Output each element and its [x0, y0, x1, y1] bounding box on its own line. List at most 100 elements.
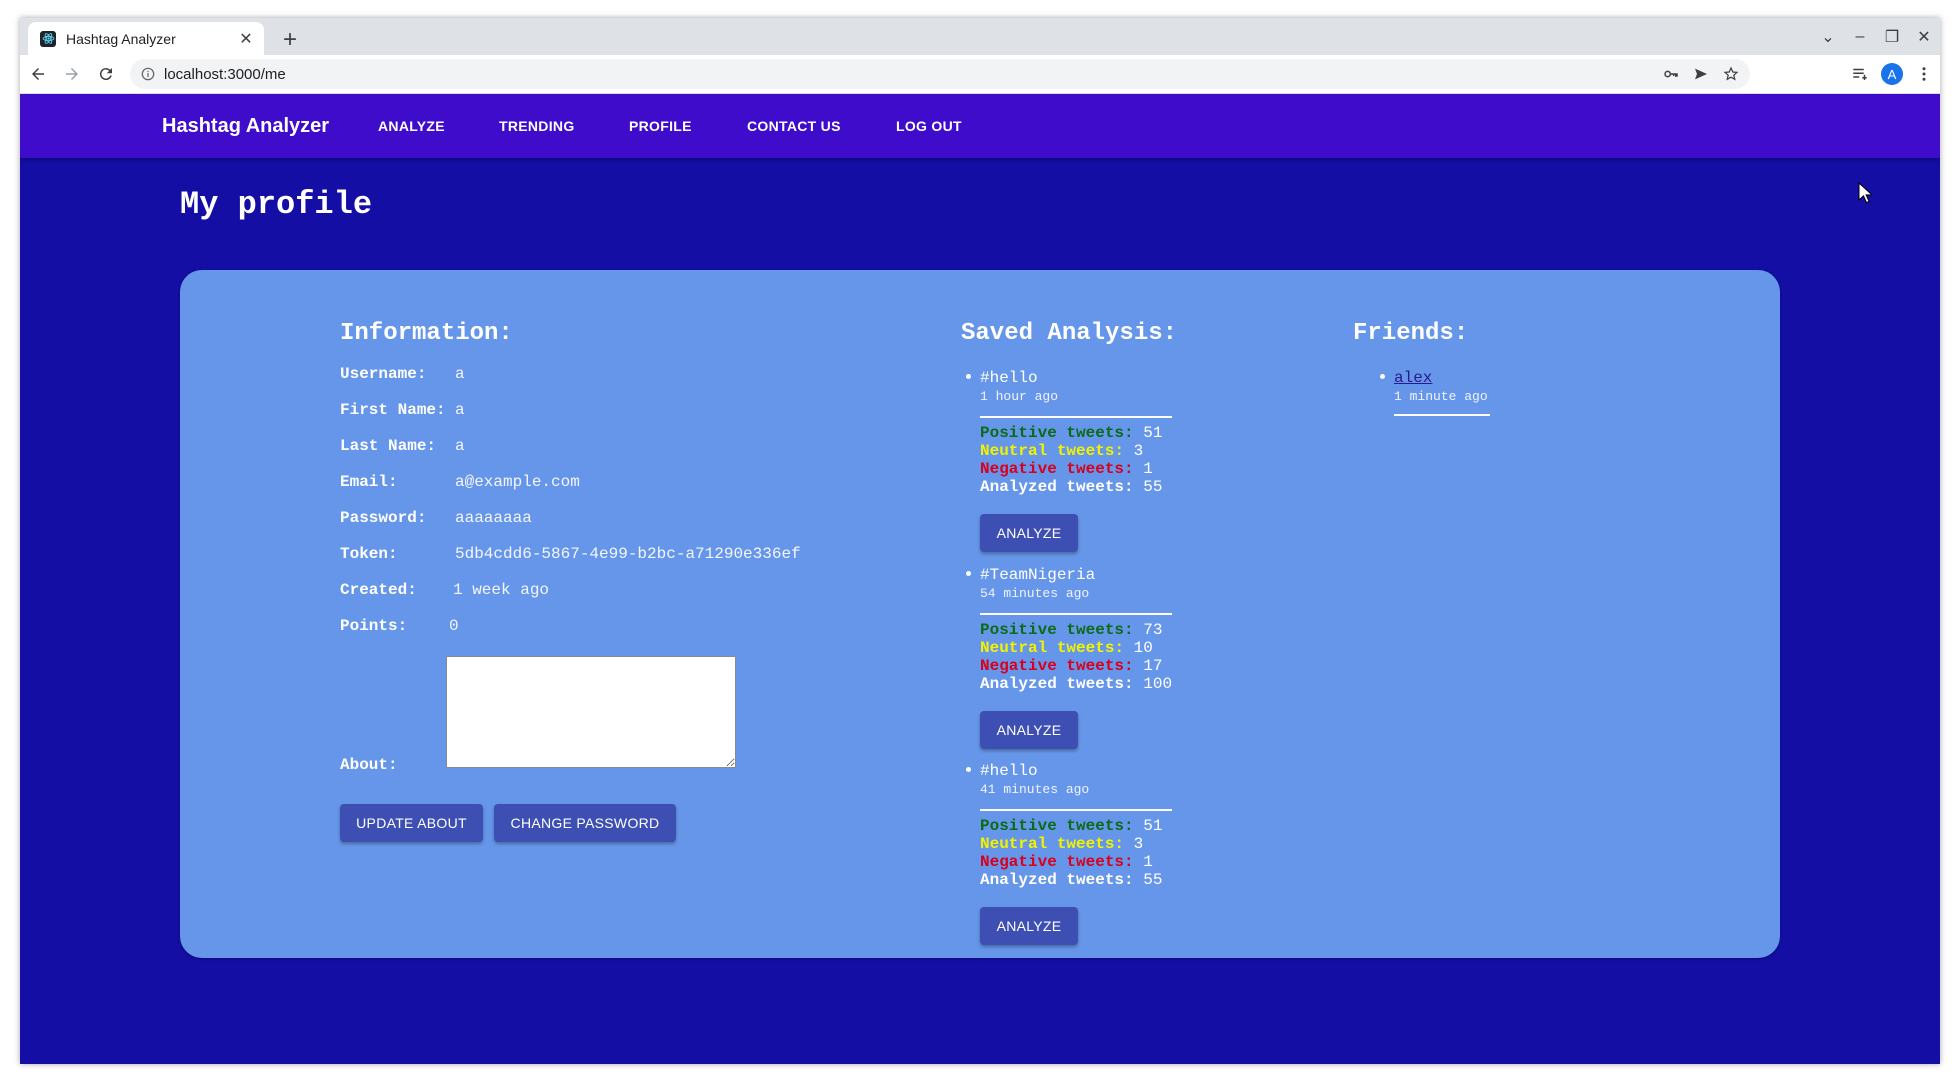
tab-search-icon[interactable]: ⌄ — [1812, 22, 1844, 52]
profile-avatar[interactable]: A — [1876, 58, 1908, 90]
tab-title: Hashtag Analyzer — [66, 30, 176, 47]
more-menu-icon[interactable] — [1908, 58, 1940, 90]
list-bullet — [966, 767, 971, 772]
negative-label: Negative tweets: — [980, 460, 1134, 478]
negative-value: 1 — [1143, 853, 1153, 871]
positive-label: Positive tweets: — [980, 621, 1134, 639]
analyzed-stat: Analyzed tweets: 100 — [980, 675, 1180, 693]
nav-profile[interactable]: PROFILE — [629, 94, 692, 158]
last-name-row: Last Name: a — [340, 437, 465, 455]
negative-value: 17 — [1143, 657, 1163, 675]
analyzed-label: Analyzed tweets: — [980, 675, 1134, 693]
analyzed-stat: Analyzed tweets: 55 — [980, 478, 1180, 496]
email-row: Email: a@example.com — [340, 473, 580, 491]
username-row: Username: a — [340, 365, 465, 383]
nav-trending[interactable]: TRENDING — [499, 94, 575, 158]
created-label: Created: — [340, 581, 417, 599]
positive-value: 51 — [1143, 424, 1163, 442]
nav-log-out[interactable]: LOG OUT — [896, 94, 962, 158]
analysis-time: 54 minutes ago — [980, 586, 1090, 601]
analysis-item: #hello 1 hour ago Positive tweets: 51 Ne… — [966, 368, 1180, 552]
nav-analyze[interactable]: ANALYZE — [378, 94, 445, 158]
reading-list-icon[interactable] — [1844, 58, 1876, 90]
password-row: Password: aaaaaaaa — [340, 509, 532, 527]
tab-strip: Hashtag Analyzer ✕ + ⌄ – ❐ ✕ — [20, 18, 1940, 55]
positive-stat: Positive tweets: 73 — [980, 621, 1180, 639]
password-value: aaaaaaaa — [455, 509, 532, 527]
positive-stat: Positive tweets: 51 — [980, 424, 1180, 442]
toolbar-actions: A — [1844, 55, 1940, 93]
negative-label: Negative tweets: — [980, 657, 1134, 675]
site-info-icon[interactable] — [140, 66, 156, 82]
close-window-icon[interactable]: ✕ — [1908, 22, 1940, 52]
about-textarea[interactable] — [446, 656, 736, 768]
list-bullet — [1380, 374, 1385, 379]
analysis-hashtag: #hello — [980, 762, 1038, 780]
nav-contact-us[interactable]: CONTACT US — [747, 94, 841, 158]
neutral-label: Neutral tweets: — [980, 835, 1125, 853]
analyzed-value: 55 — [1143, 871, 1163, 889]
back-icon[interactable] — [22, 58, 54, 90]
positive-value: 51 — [1143, 817, 1163, 835]
analysis-time: 1 hour ago — [980, 389, 1059, 404]
friends-heading: Friends: — [1353, 320, 1469, 347]
neutral-label: Neutral tweets: — [980, 442, 1125, 460]
friend-link[interactable]: alex — [1394, 368, 1490, 388]
about-label: About: — [340, 756, 398, 774]
points-label: Points: — [340, 617, 408, 635]
neutral-value: 10 — [1133, 639, 1153, 657]
new-tab-icon[interactable]: + — [276, 26, 304, 54]
browser-tab[interactable]: Hashtag Analyzer ✕ — [28, 22, 264, 55]
analysis-divider — [980, 809, 1172, 811]
app-bar: Hashtag Analyzer ANALYZE TRENDING PROFIL… — [20, 94, 1940, 158]
reload-icon[interactable] — [90, 58, 122, 90]
change-password-button[interactable]: CHANGE PASSWORD — [494, 804, 676, 842]
username-label: Username: — [340, 365, 427, 383]
brand-title[interactable]: Hashtag Analyzer — [162, 94, 329, 158]
analyze-button[interactable]: ANALYZE — [980, 711, 1078, 749]
positive-label: Positive tweets: — [980, 817, 1134, 835]
react-favicon-icon — [40, 30, 56, 47]
key-icon[interactable] — [1656, 59, 1686, 89]
last-name-value: a — [455, 437, 465, 455]
analyzed-value: 55 — [1143, 478, 1163, 496]
token-row: Token: 5db4cdd6-5867-4e99-b2bc-a71290e33… — [340, 545, 801, 563]
neutral-value: 3 — [1133, 835, 1144, 853]
mouse-cursor-icon — [1858, 182, 1872, 204]
analyze-button[interactable]: ANALYZE — [980, 514, 1078, 552]
positive-value: 73 — [1143, 621, 1163, 639]
address-bar[interactable]: localhost:3000/me — [130, 59, 1750, 89]
window-controls: ⌄ – ❐ ✕ — [1812, 18, 1940, 55]
token-label: Token: — [340, 545, 398, 563]
negative-stat: Negative tweets: 1 — [980, 460, 1180, 478]
friend-list-item: alex 1 minute ago — [1380, 368, 1490, 416]
list-bullet — [966, 374, 971, 379]
analysis-item: #hello 41 minutes ago Positive tweets: 5… — [966, 761, 1180, 945]
positive-label: Positive tweets: — [980, 424, 1134, 442]
analysis-divider — [980, 416, 1172, 418]
analyze-button[interactable]: ANALYZE — [980, 907, 1078, 945]
restore-icon[interactable]: ❐ — [1876, 22, 1908, 52]
saved-analysis-heading: Saved Analysis: — [961, 320, 1178, 347]
points-row: Points: 0 — [340, 617, 459, 635]
information-heading: Information: — [340, 320, 513, 347]
bookmark-star-icon[interactable] — [1716, 59, 1746, 89]
browser-toolbar: localhost:3000/me A — [20, 55, 1940, 94]
positive-stat: Positive tweets: 51 — [980, 817, 1180, 835]
last-name-label: Last Name: — [340, 437, 437, 455]
omnibox-actions — [1656, 59, 1746, 89]
list-bullet — [966, 571, 971, 576]
avatar: A — [1881, 63, 1903, 85]
minimize-icon[interactable]: – — [1844, 22, 1876, 52]
neutral-label: Neutral tweets: — [980, 639, 1125, 657]
analyzed-value: 100 — [1143, 675, 1173, 693]
forward-icon[interactable] — [56, 58, 88, 90]
email-label: Email: — [340, 473, 398, 491]
tab-close-icon[interactable]: ✕ — [236, 29, 256, 49]
send-icon[interactable] — [1686, 59, 1716, 89]
update-about-button[interactable]: UPDATE ABOUT — [340, 804, 483, 842]
neutral-value: 3 — [1133, 442, 1144, 460]
analysis-hashtag: #TeamNigeria — [980, 566, 1096, 584]
friend-time: 1 minute ago — [1394, 389, 1488, 404]
profile-card: Information: Username: a First Name: a L… — [180, 270, 1780, 958]
